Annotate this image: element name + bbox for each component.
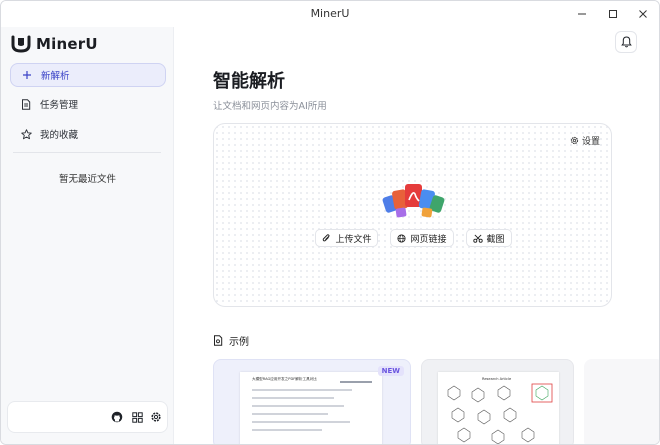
close-icon	[639, 10, 647, 18]
page-title: 智能解析	[213, 71, 285, 92]
example-card-partial[interactable]	[584, 359, 659, 444]
example-document-thumbnail: 大模型RAG应用开发之PDF解析工具对比	[240, 372, 382, 444]
page-subtitle: 让文档和网页内容为AI所用	[213, 101, 327, 112]
parse-settings-button[interactable]: 设置	[570, 134, 600, 147]
upload-file-button[interactable]: 上传文件	[315, 229, 379, 247]
new-badge: NEW	[377, 366, 404, 376]
title-bar: MinerU	[1, 1, 659, 27]
example-card-rag-pdf[interactable]: 大模型RAG应用开发之PDF解析工具对比 NEW	[213, 359, 411, 444]
brand-name: MinerU	[36, 35, 98, 53]
sidebar-item-label: 我的收藏	[40, 130, 79, 141]
mineru-logo-icon	[11, 35, 31, 53]
screenshot-label: 截图	[486, 234, 505, 245]
example-card-research-article[interactable]: Research Article	[421, 359, 574, 444]
sidebar: MinerU 新解析 任务管理 我的收藏 暂无最近文件	[1, 27, 174, 444]
chemical-structures-illustration	[447, 383, 553, 444]
screenshot-button[interactable]: 截图	[465, 229, 512, 247]
empty-recent-files: 暂无最近文件	[58, 174, 116, 185]
scissors-icon	[472, 234, 483, 243]
example-document-thumbnail: Research Article	[438, 372, 559, 444]
notifications-button[interactable]	[615, 31, 637, 53]
example-doc-title: 大模型RAG应用开发之PDF解析工具对比	[252, 377, 317, 381]
bell-icon	[620, 36, 632, 48]
document-icon	[214, 335, 223, 346]
github-icon[interactable]	[110, 410, 124, 424]
main-content: 智能解析 让文档和网页内容为AI所用 设置 上传文件 网页链接 截图 示例 大模…	[175, 27, 659, 444]
upload-dropzone[interactable]: 设置 上传文件 网页链接 截图	[213, 123, 612, 307]
web-link-label: 网页链接	[410, 234, 447, 245]
sidebar-item-new-parse[interactable]: 新解析	[10, 63, 166, 87]
sidebar-item-favorites[interactable]: 我的收藏	[10, 122, 166, 146]
globe-icon	[397, 233, 407, 243]
grid-icon[interactable]	[130, 410, 144, 424]
sidebar-item-label: 任务管理	[40, 100, 79, 111]
brand-logo[interactable]: MinerU	[11, 35, 98, 53]
minimize-button[interactable]	[567, 1, 597, 27]
gear-icon	[570, 136, 579, 145]
examples-heading-label: 示例	[229, 337, 249, 348]
maximize-icon	[609, 10, 617, 18]
settings-icon[interactable]	[149, 410, 163, 424]
plus-icon	[20, 70, 34, 80]
settings-label: 设置	[581, 137, 600, 147]
sidebar-divider	[13, 152, 161, 153]
document-icon	[19, 98, 33, 110]
upload-actions: 上传文件 网页链接 截图	[214, 229, 611, 247]
minimize-icon	[578, 13, 586, 15]
sidebar-footer	[7, 401, 168, 433]
close-button[interactable]	[628, 1, 658, 27]
example-doc-title: Research Article	[482, 377, 512, 381]
sidebar-item-label: 新解析	[41, 71, 70, 82]
web-link-button[interactable]: 网页链接	[390, 229, 454, 247]
upload-file-label: 上传文件	[335, 234, 372, 245]
paperclip-icon	[322, 233, 331, 243]
window-title: MinerU	[310, 7, 350, 20]
star-icon	[19, 128, 33, 140]
maximize-button[interactable]	[598, 1, 628, 27]
app-window: MinerU MinerU 新解析 任务管理 我的收藏 暂无最近文件 智能解析 …	[0, 0, 660, 445]
file-types-illustration	[382, 184, 445, 218]
examples-heading: 示例	[213, 333, 249, 348]
sidebar-item-tasks[interactable]: 任务管理	[10, 92, 166, 116]
